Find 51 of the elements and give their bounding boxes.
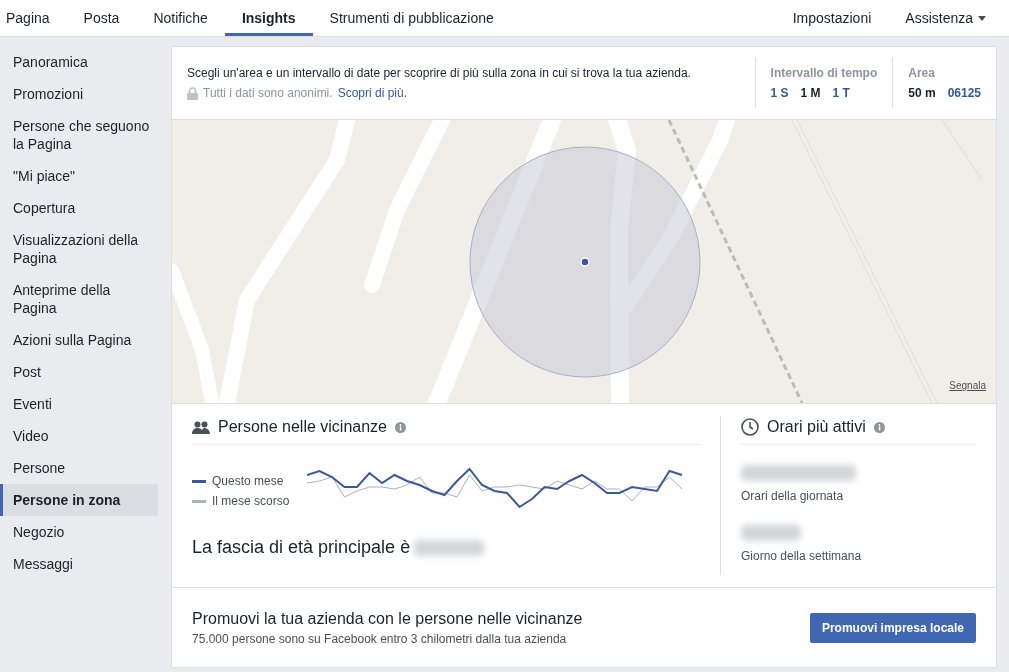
legend-label: Questo mese: [212, 474, 284, 488]
area-option[interactable]: 50 m: [908, 86, 936, 100]
area-option[interactable]: 06125: [947, 86, 981, 100]
legend-label: Il mese scorso: [212, 494, 290, 508]
sidebar-item[interactable]: Panoramica: [0, 46, 158, 78]
sidebar-item[interactable]: Copertura: [0, 192, 158, 224]
sidebar-item[interactable]: Messaggi: [0, 548, 158, 580]
promote-button[interactable]: Promuovi impresa locale: [809, 612, 976, 643]
nav-tab[interactable]: Posta: [66, 0, 137, 36]
sidebar-item[interactable]: Eventi: [0, 388, 158, 420]
sidebar-item[interactable]: "Mi piace": [0, 160, 158, 192]
age-range-text: La fascia di età principale è: [192, 537, 411, 558]
active-caption: Giorno della settimana: [741, 549, 863, 563]
sidebar-item[interactable]: Persone: [0, 452, 158, 484]
sidebar-item[interactable]: Persone in zona: [0, 484, 158, 516]
promo-subtitle: 75.000 persone sono su Facebook entro 3 chilometri dalla tua azienda: [192, 631, 568, 646]
lock-icon: [187, 86, 198, 100]
info-icon[interactable]: [873, 421, 885, 433]
caret-icon: [978, 15, 986, 21]
time-range-label: Intervallo di tempo: [770, 66, 878, 80]
sidebar-item[interactable]: Persone che seguono la Pagina: [0, 110, 158, 160]
settings-link[interactable]: Impostazioni: [775, 0, 889, 36]
privacy-note: Tutti i dati sono anonimi.: [203, 86, 333, 100]
clock-icon: [741, 418, 759, 436]
active-caption: Orari della giornata: [741, 489, 845, 503]
sidebar-item[interactable]: Negozio: [0, 516, 158, 548]
description-text: Scegli un'area e un intervallo di date per scoprire di più sulla zona in cui si trova la tua azienda.: [187, 66, 692, 80]
info-icon[interactable]: [395, 421, 406, 433]
blurred-value: [741, 525, 801, 541]
report-link[interactable]: Segnala: [949, 380, 986, 391]
learn-more-link[interactable]: Scopri di più.: [337, 86, 407, 100]
blurred-value: [414, 539, 485, 556]
sidebar-item[interactable]: Azioni sulla Pagina: [0, 324, 158, 356]
time-range-option[interactable]: 1 S: [770, 86, 789, 100]
nav-tab[interactable]: Strumenti di pubblicazione: [312, 0, 511, 36]
sidebar-item[interactable]: Anteprime della Pagina: [0, 274, 158, 324]
area-label: Area: [908, 66, 936, 80]
section-title: Orari più attivi: [767, 418, 866, 436]
time-range-option[interactable]: 1 T: [832, 86, 850, 100]
nav-tab[interactable]: Notifiche: [136, 0, 225, 36]
nav-tab[interactable]: Insights: [224, 0, 313, 36]
section-title: Persone nelle vicinanze: [218, 418, 387, 436]
sidebar-item[interactable]: Video: [0, 420, 158, 452]
help-menu[interactable]: Assistenza: [888, 0, 1003, 36]
people-icon: [192, 420, 210, 434]
sidebar-item[interactable]: Post: [0, 356, 158, 388]
sidebar-item[interactable]: Visualizzazioni della Pagina: [0, 224, 158, 274]
nav-tab[interactable]: Pagina: [6, 0, 67, 36]
time-range-option[interactable]: 1 M: [800, 86, 821, 100]
promo-title: Promuovi la tua azienda con le persone nelle vicinanze: [192, 609, 584, 628]
sidebar-item[interactable]: Promozioni: [0, 78, 158, 110]
